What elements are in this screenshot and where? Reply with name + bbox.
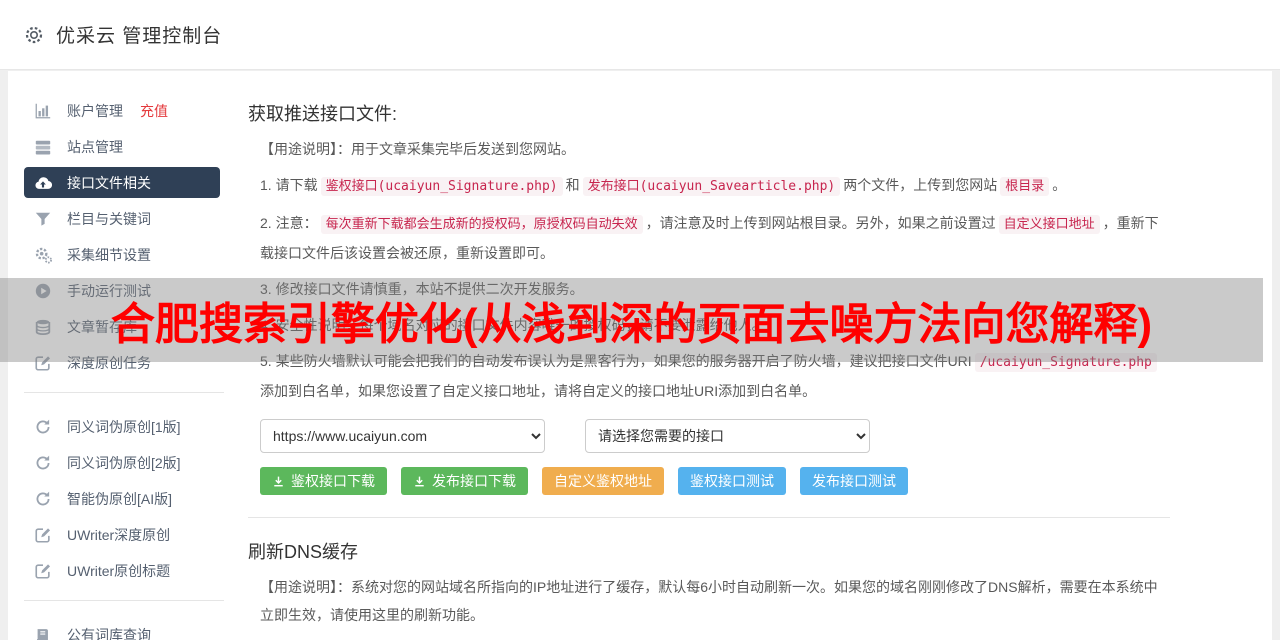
bar-chart-icon	[34, 102, 52, 120]
ad-overlay-banner: 合肥搜索引擎优化(从浅到深的页面去噪方法向您解释)	[0, 278, 1263, 362]
inline-code: 发布接口(ucaiyun_Savearticle.php)	[583, 177, 841, 196]
refresh-icon	[34, 454, 52, 472]
sidebar-item-label: UWriter原创标题	[67, 561, 170, 581]
sidebar-divider	[24, 600, 224, 601]
sidebar-item-label: 栏目与关键词	[67, 209, 151, 229]
sidebar-item-collect-settings[interactable]: 采集细节设置	[24, 239, 220, 270]
auth-test-button[interactable]: 鉴权接口测试	[678, 467, 786, 495]
inline-code: 鉴权接口(ucaiyun_Signature.php)	[321, 177, 563, 196]
sidebar-item-label: 采集细节设置	[67, 245, 151, 265]
inline-code: 每次重新下载都会生成新的授权码，原授权码自动失效	[321, 215, 643, 234]
instruction-paragraph: 2. 注意：每次重新下载都会生成新的授权码，原授权码自动失效，请注意及时上传到网…	[248, 209, 1170, 267]
refresh-icon	[34, 418, 52, 436]
button-label: 鉴权接口下载	[291, 471, 375, 491]
recharge-badge[interactable]: 充值	[140, 101, 168, 121]
sidebar-item-uwriter-title[interactable]: UWriter原创标题	[24, 555, 220, 586]
section-divider	[248, 517, 1170, 518]
interface-controls: https://www.ucaiyun.com 请选择您需要的接口	[260, 419, 1170, 453]
edit-icon	[34, 526, 52, 544]
sidebar-item-label: 同义词伪原创[1版]	[67, 417, 181, 437]
sidebar-item-label: 站点管理	[67, 137, 123, 157]
book-icon	[34, 626, 52, 640]
filter-icon	[34, 210, 52, 228]
site-select[interactable]: https://www.ucaiyun.com	[260, 419, 545, 453]
sidebar-item-interface-files[interactable]: 接口文件相关	[24, 167, 220, 198]
dns-usage-note: 【用途说明】：系统对您的网站域名所指向的IP地址进行了缓存，默认每6小时自动刷新…	[248, 573, 1170, 629]
sidebar-item-public-lexicon[interactable]: 公有词库查询	[24, 619, 220, 640]
sidebar-item-label: 账户管理	[67, 101, 123, 121]
button-label: 发布接口测试	[812, 471, 896, 491]
instruction-text: 2. 注意：	[260, 215, 318, 231]
sidebar-item-synonym-v1[interactable]: 同义词伪原创[1版]	[24, 411, 220, 442]
inline-code: 自定义接口地址	[999, 215, 1100, 234]
usage-note: 【用途说明】：用于文章采集完毕后发送到您网站。	[248, 135, 1170, 163]
instruction-text: 1. 请下载	[260, 177, 318, 193]
gear-icon	[24, 25, 44, 45]
interface-toolbar: 鉴权接口下载 发布接口下载 自定义鉴权地址 鉴权接口测试 发布接口测试	[260, 467, 1170, 495]
sidebar-item-label: 公有词库查询	[67, 625, 151, 640]
button-label: 发布接口下载	[432, 471, 516, 491]
instruction-paragraph: 1. 请下载鉴权接口(ucaiyun_Signature.php)和发布接口(u…	[248, 171, 1170, 201]
instruction-text: 添加到白名单，如果您设置了自定义接口地址，请将自定义的接口地址URI添加到白名单…	[260, 383, 816, 399]
sidebar-divider	[24, 392, 224, 393]
download-icon	[413, 475, 426, 488]
sidebar-item-ai-original[interactable]: 智能伪原创[AI版]	[24, 483, 220, 514]
inline-code: 根目录	[1000, 177, 1049, 196]
instruction-text: 两个文件，上传到您网站	[843, 177, 997, 193]
section-title-dns: 刷新DNS缓存	[248, 538, 1170, 564]
sidebar-item-sites[interactable]: 站点管理	[24, 131, 220, 162]
custom-auth-button[interactable]: 自定义鉴权地址	[542, 467, 664, 495]
sidebar-item-synonym-v2[interactable]: 同义词伪原创[2版]	[24, 447, 220, 478]
sidebar-item-uwriter-deep[interactable]: UWriter深度原创	[24, 519, 220, 550]
button-label: 自定义鉴权地址	[554, 471, 652, 491]
auth-download-button[interactable]: 鉴权接口下载	[260, 467, 387, 495]
app-header: 优采云 管理控制台	[0, 0, 1280, 70]
publish-download-button[interactable]: 发布接口下载	[401, 467, 528, 495]
sidebar-item-label: UWriter深度原创	[67, 525, 170, 545]
section-title-interface-files: 获取推送接口文件:	[248, 100, 1170, 126]
main-content: 获取推送接口文件: 【用途说明】：用于文章采集完毕后发送到您网站。 1. 请下载…	[248, 100, 1170, 640]
download-icon	[272, 475, 285, 488]
instruction-text: ，请注意及时上传到网站根目录。另外，如果之前设置过	[646, 215, 996, 231]
sidebar-item-account[interactable]: 账户管理充值	[24, 95, 220, 126]
server-icon	[34, 138, 52, 156]
sidebar-item-columns-keywords[interactable]: 栏目与关键词	[24, 203, 220, 234]
edit-icon	[34, 562, 52, 580]
sidebar-item-label: 接口文件相关	[67, 173, 151, 193]
instruction-text: 。	[1052, 177, 1066, 193]
interface-select[interactable]: 请选择您需要的接口	[585, 419, 870, 453]
button-label: 鉴权接口测试	[690, 471, 774, 491]
gears-icon	[34, 246, 52, 264]
publish-test-button[interactable]: 发布接口测试	[800, 467, 908, 495]
refresh-icon	[34, 490, 52, 508]
instruction-text: 和	[566, 177, 580, 193]
app-title: 优采云 管理控制台	[56, 21, 222, 48]
sidebar-item-label: 智能伪原创[AI版]	[67, 489, 172, 509]
sidebar-item-label: 同义词伪原创[2版]	[67, 453, 181, 473]
ad-overlay-text: 合肥搜索引擎优化(从浅到深的页面去噪方法向您解释)	[111, 288, 1152, 352]
cloud-upload-icon	[34, 174, 52, 192]
